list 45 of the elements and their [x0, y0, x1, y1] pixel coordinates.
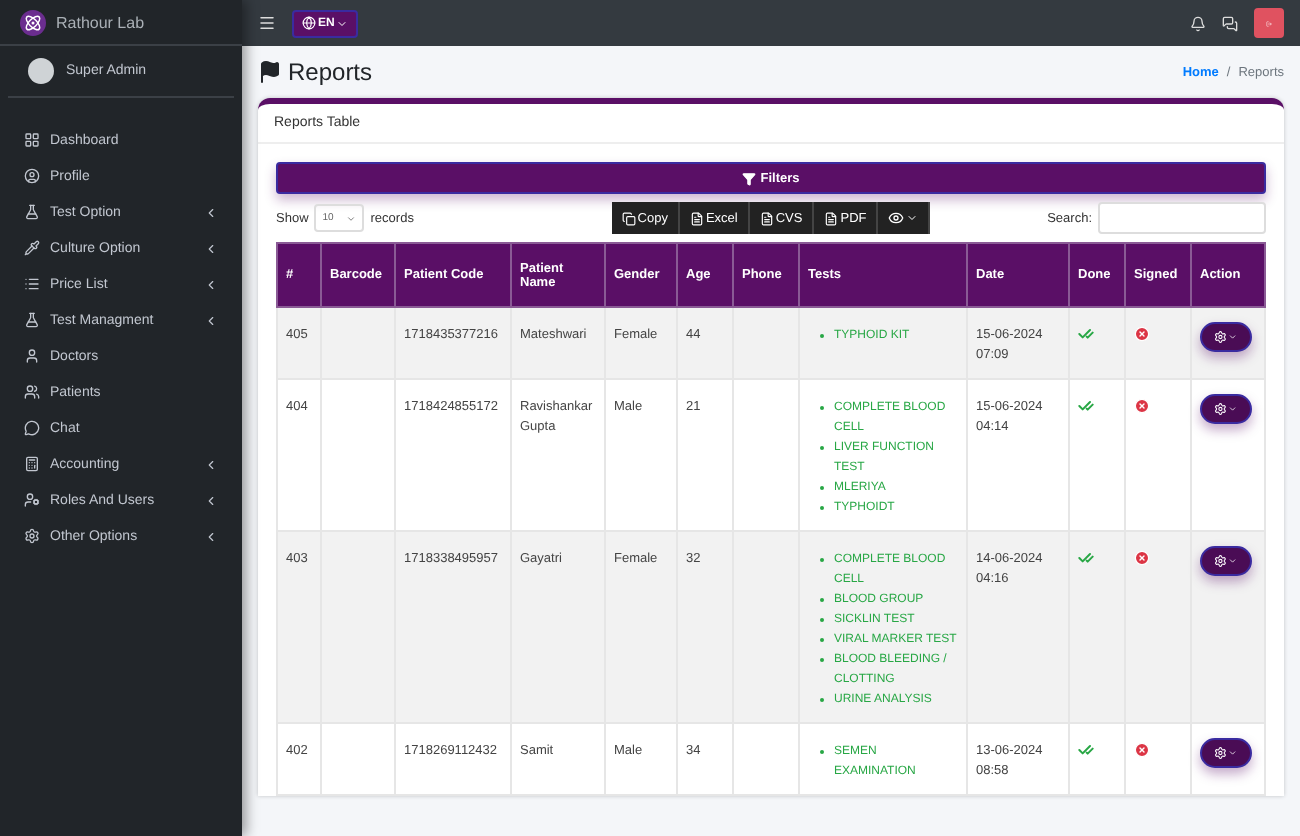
action-button[interactable] [1200, 546, 1252, 576]
search-field[interactable] [1098, 202, 1266, 234]
menu-item-icon [24, 456, 40, 472]
caret-icon [1228, 332, 1238, 342]
gear-icon [1214, 330, 1227, 344]
action-button[interactable] [1200, 394, 1252, 424]
globe-icon [302, 16, 316, 30]
menu-item-icon [24, 132, 40, 148]
flag-icon [258, 60, 282, 84]
caret-icon [1228, 748, 1238, 758]
file-icon [824, 211, 839, 225]
chat-icon[interactable] [1222, 15, 1238, 31]
menu-item-icon [24, 168, 40, 184]
logout-icon [1266, 15, 1272, 31]
bell-icon[interactable] [1190, 15, 1206, 31]
eye-icon [888, 210, 905, 226]
menu-icon[interactable] [258, 14, 276, 32]
menu-item-icon [24, 492, 40, 508]
menu-item-icon [24, 528, 40, 544]
file-icon [689, 211, 704, 225]
menu-item-icon [24, 384, 40, 400]
file-icon [759, 211, 774, 225]
caret-icon [1228, 404, 1238, 414]
menu-item-icon [24, 348, 40, 364]
brand-name: Rathour Lab [56, 13, 145, 31]
caret-icon [1228, 556, 1238, 566]
gear-icon [1214, 554, 1227, 568]
action-button[interactable] [1200, 738, 1252, 768]
menu-item-icon [24, 276, 40, 292]
caret-icon [906, 212, 919, 224]
caret-icon [336, 17, 349, 29]
table-cell [321, 723, 395, 795]
menu-item-icon [24, 312, 40, 328]
menu-item-icon [24, 420, 40, 436]
gear-icon [1214, 746, 1227, 760]
menu-item-icon [24, 240, 40, 256]
logo-icon [20, 9, 46, 35]
filter-icon [742, 171, 757, 185]
avatar [28, 58, 54, 84]
menu-item-icon [24, 204, 40, 220]
caret-icon [346, 213, 357, 223]
action-button[interactable] [1200, 322, 1252, 352]
gear-icon [1214, 402, 1227, 416]
copy-icon [621, 211, 636, 225]
page-title: Reports [288, 58, 373, 86]
